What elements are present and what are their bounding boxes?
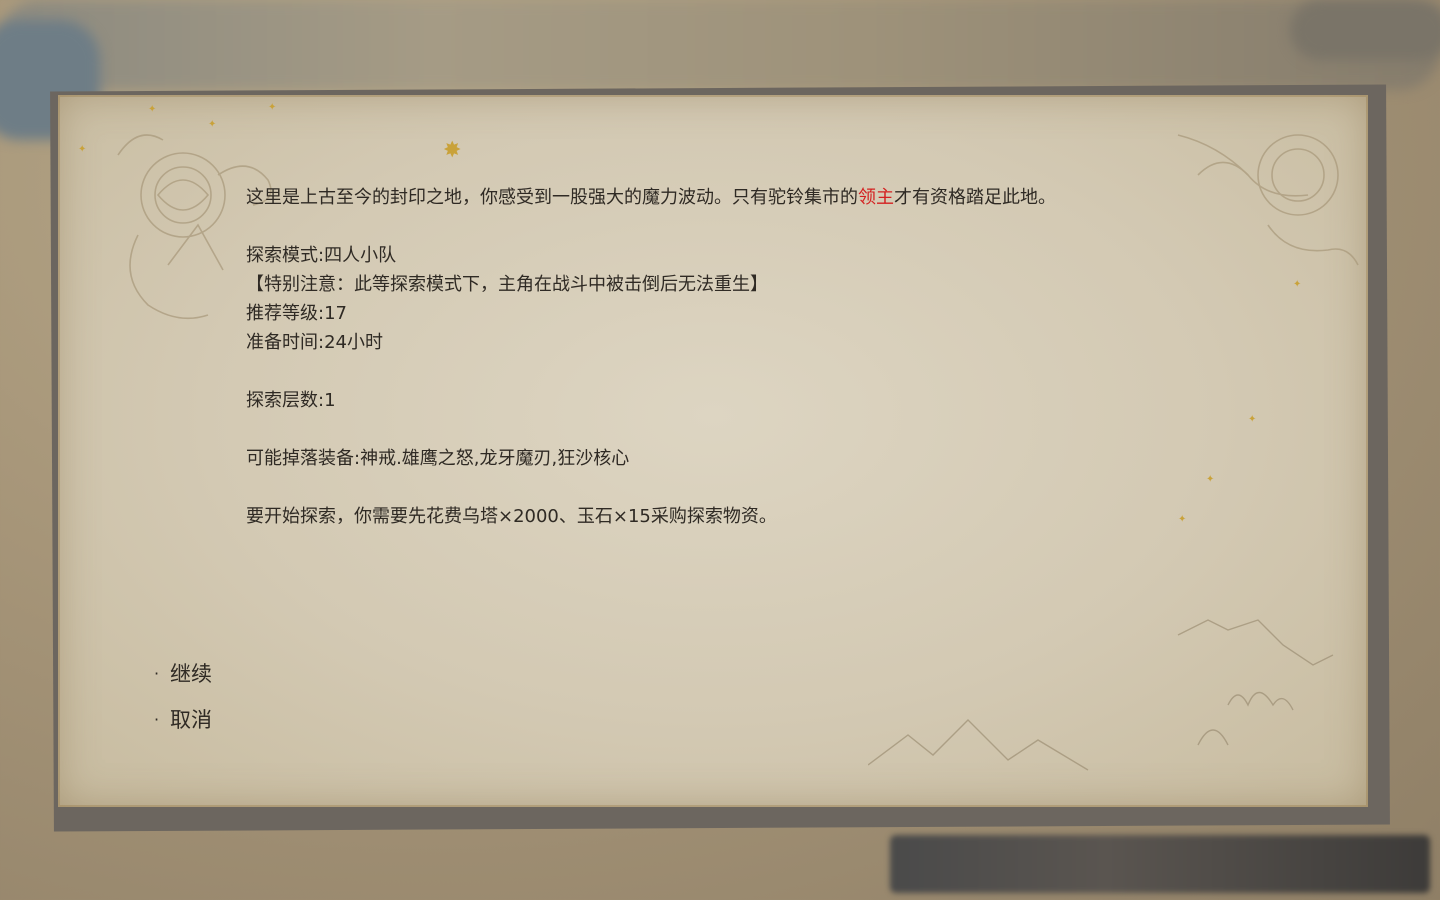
bullet-dot: · [154,663,160,683]
cost-text: 要开始探索，你需要先花费乌塔×2000、玉石×15采购探索物资。 [246,506,777,527]
dialog-options: · 继续 · 取消 [154,650,212,742]
cancel-option[interactable]: · 取消 [154,696,212,742]
prep-time-text: 准备时间:24小时 [246,332,383,353]
gold-fleck: ✦ [1248,414,1257,425]
bullet-dot: · [154,709,160,729]
bottom-toolbar-blurred [890,835,1430,893]
intro-text: 这里是上古至今的封印之地，你感受到一股强大的魔力波动。只有驼铃集市的领主才有资格… [246,183,1246,212]
gold-fleck: ✦ [148,104,157,115]
continue-label: 继续 [170,662,212,686]
level-text: 推荐等级:17 [246,303,347,324]
drops-text: 可能掉落装备:神戒.雄鹰之怒,龙牙魔刃,狂沙核心 [246,448,630,469]
intro-after: 才有资格踏足此地。 [894,187,1056,208]
intro-before: 这里是上古至今的封印之地，你感受到一股强大的魔力波动。只有驼铃集市的 [246,187,858,208]
gold-fleck: ✦ [78,144,87,155]
gold-fleck: ✦ [268,102,277,113]
gold-fleck: ✦ [208,119,217,130]
gold-fleck: ✦ [1293,279,1302,290]
gold-fleck: ✸ [443,138,462,163]
mode-text: 探索模式:四人小队 [246,245,397,266]
mountain-ornament-icon [868,619,1334,771]
background-building [1290,0,1440,60]
background-scene [0,0,1440,90]
dialog-content: 这里是上古至今的封印之地，你感受到一股强大的魔力波动。只有驼铃集市的领主才有资格… [246,183,1246,531]
notice-text: 【特别注意：此等探索模式下，主角在战斗中被击倒后无法重生】 [246,274,768,295]
continue-option[interactable]: · 继续 [154,650,212,696]
cancel-label: 取消 [170,708,212,732]
layers-text: 探索层数:1 [246,390,336,411]
intro-highlight: 领主 [858,187,894,208]
